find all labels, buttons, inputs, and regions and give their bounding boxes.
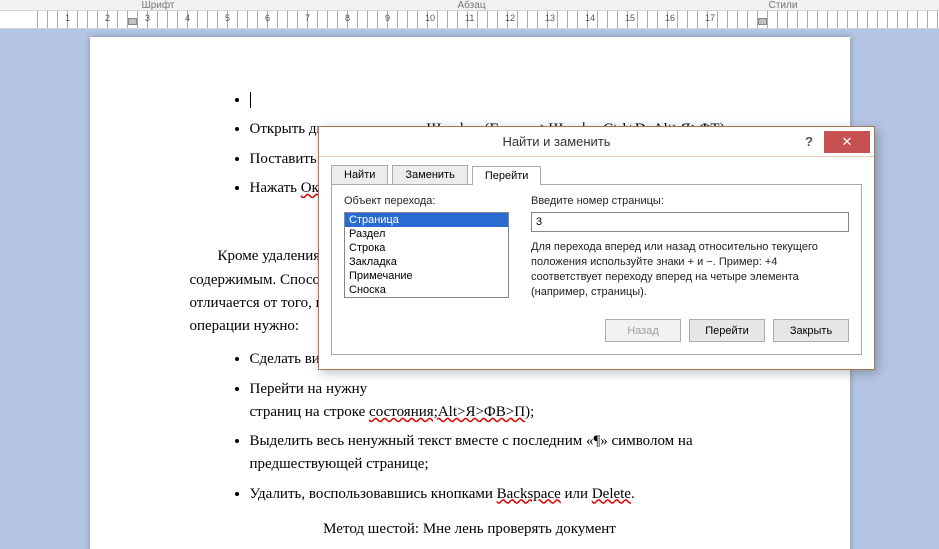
tab-panel-goto: Объект перехода: Страница Раздел Строка … — [331, 184, 862, 355]
ribbon-group-styles: Стили — [769, 0, 798, 10]
help-button[interactable]: ? — [794, 131, 824, 153]
ruler-number: 3 — [145, 13, 150, 23]
page-number-label: Введите номер страницы: — [531, 195, 849, 207]
ruler-ticks — [28, 11, 939, 28]
list-item[interactable]: Закладка — [345, 255, 508, 269]
goto-object-label: Объект перехода: — [344, 195, 509, 207]
close-button[interactable]: ✕ — [824, 131, 870, 153]
list-item[interactable]: Страница — [345, 213, 508, 227]
list-item[interactable]: Сноска — [345, 283, 508, 297]
list-item[interactable]: Примечание — [345, 269, 508, 283]
ruler-number: 4 — [185, 13, 190, 23]
list-item[interactable]: Удалить, воспользовавшись кнопками Backs… — [250, 483, 750, 506]
list-item[interactable] — [250, 89, 750, 112]
ruler-number: 7 — [305, 13, 310, 23]
goto-object-listbox[interactable]: Страница Раздел Строка Закладка Примечан… — [344, 212, 509, 298]
ruler-number: 13 — [545, 13, 555, 23]
ruler-number: 10 — [425, 13, 435, 23]
dialog-titlebar[interactable]: Найти и заменить ? ✕ — [319, 127, 874, 157]
heading-method6[interactable]: Метод шестой: Мне лень проверять докумен… — [190, 518, 750, 541]
ruler-number: 12 — [505, 13, 515, 23]
back-button: Назад — [605, 319, 681, 342]
tab-replace[interactable]: Заменить — [392, 165, 467, 184]
ruler-number: 8 — [345, 13, 350, 23]
find-replace-dialog: Найти и заменить ? ✕ Найти Заменить Пере… — [318, 126, 875, 370]
ruler-number: 2 — [105, 13, 110, 23]
ribbon-group-paragraph: Абзац — [458, 0, 486, 10]
ruler-number: 5 — [225, 13, 230, 23]
first-line-indent-marker[interactable] — [128, 18, 137, 25]
ruler-number: 16 — [665, 13, 675, 23]
list-item[interactable]: Раздел — [345, 227, 508, 241]
page-number-input[interactable] — [531, 212, 849, 232]
text-cursor — [250, 92, 251, 108]
ruler-number: 9 — [385, 13, 390, 23]
tabs: Найти Заменить Перейти — [331, 165, 862, 184]
ruler-number: 15 — [625, 13, 635, 23]
goto-hint-text: Для перехода вперед или назад относитель… — [531, 240, 849, 299]
list-item[interactable]: Перейти на нужну страниц на строке состо… — [250, 378, 750, 425]
close-dialog-button[interactable]: Закрыть — [773, 319, 849, 342]
dialog-title: Найти и заменить — [319, 134, 794, 149]
bullet-list-2: Сделать видимыми Перейти на нужну страни… — [250, 348, 750, 506]
right-indent-marker[interactable] — [758, 18, 767, 25]
dialog-button-row: Назад Перейти Закрыть — [344, 319, 849, 342]
ruler-number: 11 — [465, 13, 474, 23]
tab-goto[interactable]: Перейти — [472, 166, 542, 185]
dialog-body: Найти Заменить Перейти Объект перехода: … — [319, 157, 874, 369]
list-item[interactable]: Выделить весь ненужный текст вместе с по… — [250, 430, 750, 477]
ruler-number: 1 — [65, 13, 70, 23]
ruler-number: 6 — [265, 13, 270, 23]
list-item[interactable]: Строка — [345, 241, 508, 255]
horizontal-ruler[interactable]: 1234567891011121314151617 — [0, 11, 939, 29]
ruler-number: 14 — [585, 13, 595, 23]
goto-button[interactable]: Перейти — [689, 319, 765, 342]
tab-find[interactable]: Найти — [331, 165, 388, 184]
ruler-number: 17 — [705, 13, 715, 23]
ribbon-group-labels: Шрифт Абзац Стили — [0, 0, 939, 11]
ribbon-group-font: Шрифт — [142, 0, 175, 10]
